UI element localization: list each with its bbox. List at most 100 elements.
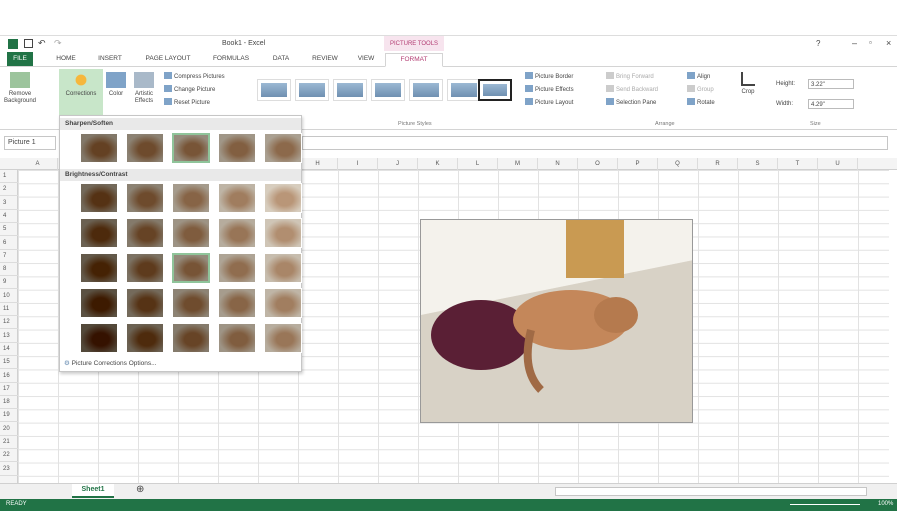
compress-pictures-button[interactable]: Compress Pictures [164,72,225,82]
row-header[interactable]: 5 [0,223,18,237]
cat-picture[interactable] [420,219,693,423]
row-header[interactable]: 11 [0,303,18,316]
width-input[interactable]: 4.29" [808,99,854,109]
correction-thumbnail[interactable] [172,253,210,283]
reset-picture-button[interactable]: Reset Picture [164,98,210,108]
restore-icon[interactable]: ▫ [869,38,872,47]
correction-thumbnail[interactable] [218,218,256,248]
tab-page-layout[interactable]: PAGE LAYOUT [141,53,195,67]
row-header[interactable]: 16 [0,370,18,383]
correction-thumbnail[interactable] [172,323,210,353]
crop-button[interactable]: Crop [738,72,758,96]
picture-layout-button[interactable]: Picture Layout [525,98,573,108]
tab-formulas[interactable]: FORMULAS [210,53,252,67]
corrections-button[interactable]: Corrections [59,69,103,117]
correction-thumbnail[interactable] [218,133,256,163]
add-sheet-icon[interactable]: ⊕ [136,484,144,495]
column-header[interactable]: J [378,158,418,170]
correction-thumbnail[interactable] [80,288,118,318]
correction-thumbnail[interactable] [126,288,164,318]
sheet-tab-sheet1[interactable]: Sheet1 [72,484,114,498]
redo-icon[interactable]: ↷ [54,38,62,49]
column-header[interactable]: O [578,158,618,170]
picture-style-3[interactable] [333,79,367,101]
correction-thumbnail[interactable] [218,183,256,213]
row-header[interactable]: 12 [0,316,18,330]
correction-thumbnail[interactable] [264,218,302,248]
zoom-level[interactable]: 100% [878,501,893,507]
remove-background-button[interactable]: Remove Background [2,72,38,105]
correction-thumbnail[interactable] [126,253,164,283]
picture-corrections-options-button[interactable]: ⚙ Picture Corrections Options... [64,359,157,367]
undo-icon[interactable]: ↶ [38,38,46,49]
minimize-icon[interactable]: – [852,38,857,48]
correction-thumbnail[interactable] [80,323,118,353]
picture-style-5[interactable] [409,79,443,101]
row-header[interactable]: 22 [0,449,18,463]
formula-input[interactable] [302,136,888,150]
row-header[interactable]: 13 [0,330,18,343]
column-header[interactable]: S [738,158,778,170]
row-header[interactable]: 2 [0,183,18,197]
rotate-button[interactable]: Rotate [687,98,715,108]
change-picture-button[interactable]: Change Picture [164,85,215,95]
correction-thumbnail[interactable] [80,183,118,213]
row-header[interactable]: 4 [0,210,18,223]
correction-thumbnail[interactable] [172,133,210,163]
color-button[interactable]: Color [104,72,128,98]
selection-pane-button[interactable]: Selection Pane [606,98,656,108]
row-header[interactable]: 10 [0,290,18,303]
row-header[interactable]: 15 [0,356,18,370]
correction-thumbnail[interactable] [264,253,302,283]
row-header[interactable]: 19 [0,409,18,423]
correction-thumbnail[interactable] [218,288,256,318]
correction-thumbnail[interactable] [264,323,302,353]
save-icon[interactable] [24,39,33,48]
row-header[interactable]: 20 [0,423,18,436]
row-header[interactable]: 1 [0,170,18,183]
picture-border-button[interactable]: Picture Border [525,72,573,82]
column-header[interactable]: T [778,158,818,170]
zoom-slider[interactable] [790,504,860,505]
correction-thumbnail[interactable] [126,133,164,163]
row-header[interactable]: 8 [0,263,18,277]
correction-thumbnail[interactable] [264,183,302,213]
send-backward-button[interactable]: Send Backward [606,85,658,95]
row-header[interactable]: 17 [0,383,18,396]
row-header[interactable]: 14 [0,343,18,356]
tab-data[interactable]: DATA [268,53,294,67]
correction-thumbnail[interactable] [126,183,164,213]
tab-file[interactable]: FILE [7,52,33,66]
column-header[interactable]: U [818,158,858,170]
correction-thumbnail[interactable] [218,253,256,283]
picture-style-1[interactable] [257,79,291,101]
correction-thumbnail[interactable] [80,218,118,248]
picture-style-4[interactable] [371,79,405,101]
group-button[interactable]: Group [687,85,714,95]
column-header[interactable]: R [698,158,738,170]
correction-thumbnail[interactable] [172,218,210,248]
row-header[interactable]: 3 [0,197,18,210]
row-header[interactable]: 6 [0,237,18,250]
tab-home[interactable]: HOME [53,53,79,67]
correction-thumbnail[interactable] [172,288,210,318]
correction-thumbnail[interactable] [264,133,302,163]
tab-format[interactable]: FORMAT [385,53,443,67]
artistic-effects-button[interactable]: Artistic Effects [128,72,160,105]
horizontal-scrollbar[interactable] [555,487,867,496]
row-header[interactable]: 9 [0,276,18,290]
correction-thumbnail[interactable] [126,323,164,353]
picture-style-7[interactable] [478,79,512,101]
correction-thumbnail[interactable] [80,133,118,163]
column-header[interactable]: A [18,158,58,170]
name-box[interactable]: Picture 1 [4,136,56,150]
column-header[interactable]: M [498,158,538,170]
column-header[interactable]: H [298,158,338,170]
row-header[interactable]: 7 [0,250,18,263]
column-header[interactable]: L [458,158,498,170]
column-header[interactable]: K [418,158,458,170]
picture-style-6[interactable] [447,79,481,101]
column-header[interactable]: Q [658,158,698,170]
row-header[interactable]: 21 [0,436,18,449]
column-header[interactable]: I [338,158,378,170]
